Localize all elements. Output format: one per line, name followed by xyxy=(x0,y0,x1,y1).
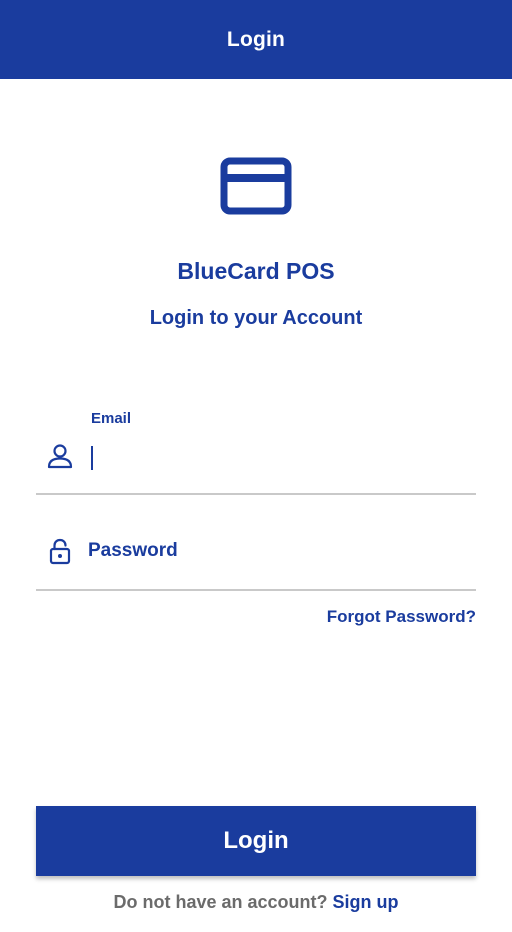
email-input[interactable] xyxy=(88,439,468,475)
password-underline xyxy=(36,589,476,591)
app-bar: Login xyxy=(0,0,512,79)
forgot-password-link[interactable]: Forgot Password? xyxy=(327,607,476,627)
padlock-icon xyxy=(49,538,71,565)
password-field[interactable] xyxy=(36,525,476,591)
email-label: Email xyxy=(91,410,132,427)
credit-card-icon xyxy=(220,157,292,215)
text-caret xyxy=(91,446,93,470)
person-icon xyxy=(47,444,73,469)
signup-prompt: Do not have an account? xyxy=(113,892,333,912)
password-input[interactable] xyxy=(88,535,468,567)
login-button[interactable]: Login xyxy=(36,806,476,876)
email-field[interactable]: Email xyxy=(36,405,476,495)
app-bar-title: Login xyxy=(226,27,286,51)
email-underline xyxy=(36,493,476,495)
page-subtitle: Login to your Account xyxy=(149,307,363,329)
brand-name: BlueCard POS xyxy=(177,258,335,284)
signup-row: Do not have an account? Sign up xyxy=(0,892,512,913)
login-screen: Login BlueCard POS Login to your Account… xyxy=(0,0,512,932)
signup-link[interactable]: Sign up xyxy=(333,892,399,912)
